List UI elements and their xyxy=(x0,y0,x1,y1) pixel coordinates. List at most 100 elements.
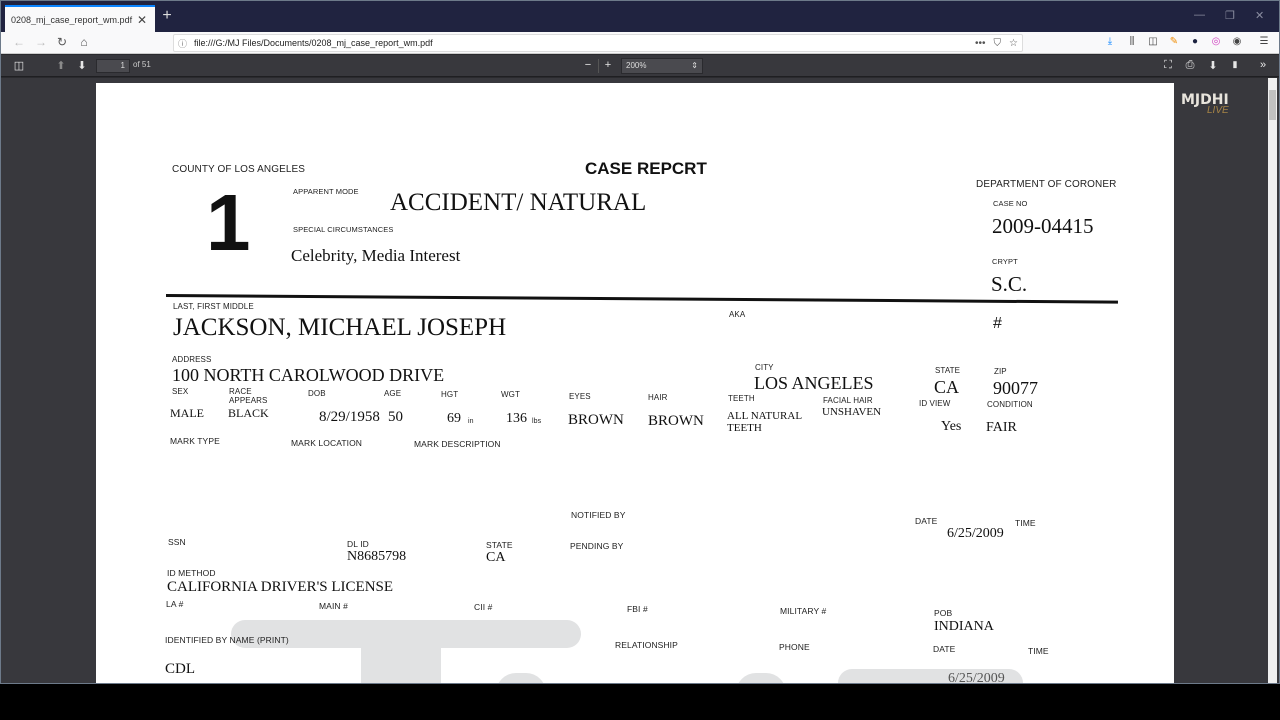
eyes-value: BROWN xyxy=(568,412,624,428)
extension-k-icon[interactable]: ● xyxy=(1188,36,1202,47)
pdf-viewer[interactable]: COUNTY OF LOS ANGELES CASE REPCRT DEPART… xyxy=(1,78,1279,683)
navigation-bar: ← → ↻ ⌂ ⓘ file:///G:/MJ Files/Documents/… xyxy=(1,32,1279,54)
case-no-value: 2009-04415 xyxy=(992,214,1094,238)
home-button[interactable]: ⌂ xyxy=(76,35,92,49)
notified-date-value: 6/25/2009 xyxy=(947,526,1004,541)
mark-type-label: MARK TYPE xyxy=(170,436,220,446)
close-window-button[interactable]: ✕ xyxy=(1255,9,1264,22)
case-priority-number: 1 xyxy=(206,178,251,267)
teeth-label: TEETH xyxy=(728,394,755,403)
close-tab-icon[interactable]: ✕ xyxy=(135,13,149,27)
document-title: CASE REPCRT xyxy=(585,159,707,178)
zip-label: ZIP xyxy=(994,367,1007,376)
sidebar-icon[interactable]: ◫ xyxy=(1146,36,1160,47)
identified-time-label: TIME xyxy=(1028,646,1049,656)
id-view-label: ID VIEW xyxy=(919,399,951,408)
zip-value: 90077 xyxy=(993,378,1038,398)
cii-number-label: CII # xyxy=(474,602,493,612)
restore-button[interactable]: ❐ xyxy=(1225,9,1235,22)
aka-label: AKA xyxy=(729,310,746,319)
identified-by-value: CDL xyxy=(165,661,195,677)
page-number-input[interactable]: 1 xyxy=(96,59,130,73)
dl-state-label: STATE xyxy=(486,540,513,550)
crypt-label: CRYPT xyxy=(992,257,1018,266)
section-divider xyxy=(165,294,1118,304)
military-number-label: MILITARY # xyxy=(780,606,827,616)
hair-label: HAIR xyxy=(648,393,668,402)
apparent-mode-value: ACCIDENT/ NATURAL xyxy=(390,189,647,216)
save-icon[interactable]: ⬇ xyxy=(1206,59,1220,72)
screen-letterbox xyxy=(0,684,1280,720)
phone-label: PHONE xyxy=(779,642,810,652)
forward-button[interactable]: → xyxy=(33,35,49,49)
identified-date-value: 6/25/2009 xyxy=(948,671,1005,683)
pob-value: INDIANA xyxy=(934,619,994,634)
downloads-icon[interactable]: ⤓ xyxy=(1103,36,1117,47)
url-text[interactable]: file:///G:/MJ Files/Documents/0208_mj_ca… xyxy=(194,38,967,48)
county-label: COUNTY OF LOS ANGELES xyxy=(172,164,306,175)
previous-page-icon[interactable]: ⬆ xyxy=(54,59,68,72)
wgt-unit: lbs xyxy=(532,418,542,425)
new-tab-button[interactable]: + xyxy=(159,7,175,25)
age-label: AGE xyxy=(384,389,402,398)
watermark-logo: MJDHI LIVE xyxy=(1181,91,1229,116)
tab-pdf[interactable]: 0208_mj_case_report_wm.pdf ✕ xyxy=(5,5,155,32)
browser-window: 0208_mj_case_report_wm.pdf ✕ + — ❐ ✕ ← →… xyxy=(0,0,1280,684)
wgt-label: WGT xyxy=(501,390,520,399)
zoom-in-icon[interactable]: + xyxy=(601,59,615,71)
print-icon[interactable]: ⎙ xyxy=(1183,59,1197,72)
apparent-mode-label: APPARENT MODE xyxy=(293,187,359,196)
vertical-scrollbar[interactable] xyxy=(1268,78,1277,683)
facial-hair-value: UNSHAVEN xyxy=(822,406,882,418)
minimize-button[interactable]: — xyxy=(1194,9,1205,21)
age-value: 50 xyxy=(388,409,403,425)
bookmark-icon[interactable]: ▮ xyxy=(1228,59,1242,70)
special-circumstances-value: Celebrity, Media Interest xyxy=(291,246,461,265)
dl-id-value: N8685798 xyxy=(347,549,407,564)
zoom-select[interactable]: 200% ⇕ xyxy=(621,58,703,74)
ssn-label: SSN xyxy=(168,537,186,547)
dob-label: DOB xyxy=(308,389,326,398)
sex-label: SEX xyxy=(172,387,189,396)
select-arrow-icon: ⇕ xyxy=(691,61,698,70)
menu-icon[interactable]: ☰ xyxy=(1257,36,1271,47)
reload-button[interactable]: ↻ xyxy=(54,35,70,49)
toggle-sidebar-icon[interactable]: ◫ xyxy=(12,59,26,72)
info-icon[interactable]: ⓘ xyxy=(178,37,194,50)
notified-date-label: DATE xyxy=(915,516,938,526)
department-label: DEPARTMENT OF CORONER xyxy=(976,179,1117,190)
back-button[interactable]: ← xyxy=(11,35,27,49)
name-label: LAST, FIRST MIDDLE xyxy=(173,302,254,311)
presentation-mode-icon[interactable]: ⛶ xyxy=(1161,59,1175,72)
mark-description-label: MARK DESCRIPTION xyxy=(414,439,501,449)
next-page-icon[interactable]: ⬇ xyxy=(75,59,89,72)
tab-title: 0208_mj_case_report_wm.pdf xyxy=(11,14,133,25)
bookmark-star-icon[interactable]: ☆ xyxy=(1009,38,1018,49)
url-bar[interactable]: ⓘ file:///G:/MJ Files/Documents/0208_mj_… xyxy=(173,34,1023,52)
la-number-label: LA # xyxy=(166,599,184,609)
pocket-icon[interactable]: ⛉ xyxy=(994,38,1002,49)
zoom-level: 200% xyxy=(626,61,647,70)
address-label: ADDRESS xyxy=(172,355,212,364)
city-value: LOS ANGELES xyxy=(754,373,874,393)
condition-value: FAIR xyxy=(986,420,1017,435)
tools-icon[interactable]: » xyxy=(1256,59,1270,71)
scrollbar-thumb[interactable] xyxy=(1269,90,1276,120)
sex-value: MALE xyxy=(170,406,204,420)
extension-circle-icon[interactable]: ◎ xyxy=(1209,36,1223,47)
account-icon[interactable]: ◉ xyxy=(1230,36,1244,47)
condition-label: CONDITION xyxy=(987,400,1033,409)
tab-strip: 0208_mj_case_report_wm.pdf ✕ + — ❐ ✕ xyxy=(1,1,1279,32)
library-icon[interactable]: ⫼ xyxy=(1125,36,1139,47)
mark-location-label: MARK LOCATION xyxy=(291,438,363,448)
hgt-value: 69 xyxy=(447,411,461,426)
pdf-toolbar: ◫ ⬆ ⬇ 1 of 51 − + 200% ⇕ ⛶ ⎙ ⬇ ▮ » xyxy=(1,55,1279,77)
page-actions-icon[interactable]: ••• xyxy=(975,38,986,49)
pob-label: POB xyxy=(934,608,953,618)
city-label: CITY xyxy=(755,363,774,372)
facial-hair-label: FACIAL HAIR xyxy=(823,396,873,405)
pdf-page: COUNTY OF LOS ANGELES CASE REPCRT DEPART… xyxy=(96,83,1174,683)
zoom-out-icon[interactable]: − xyxy=(581,59,595,71)
extension-icon[interactable]: ✎ xyxy=(1167,36,1181,47)
id-method-value: CALIFORNIA DRIVER'S LICENSE xyxy=(167,579,394,595)
